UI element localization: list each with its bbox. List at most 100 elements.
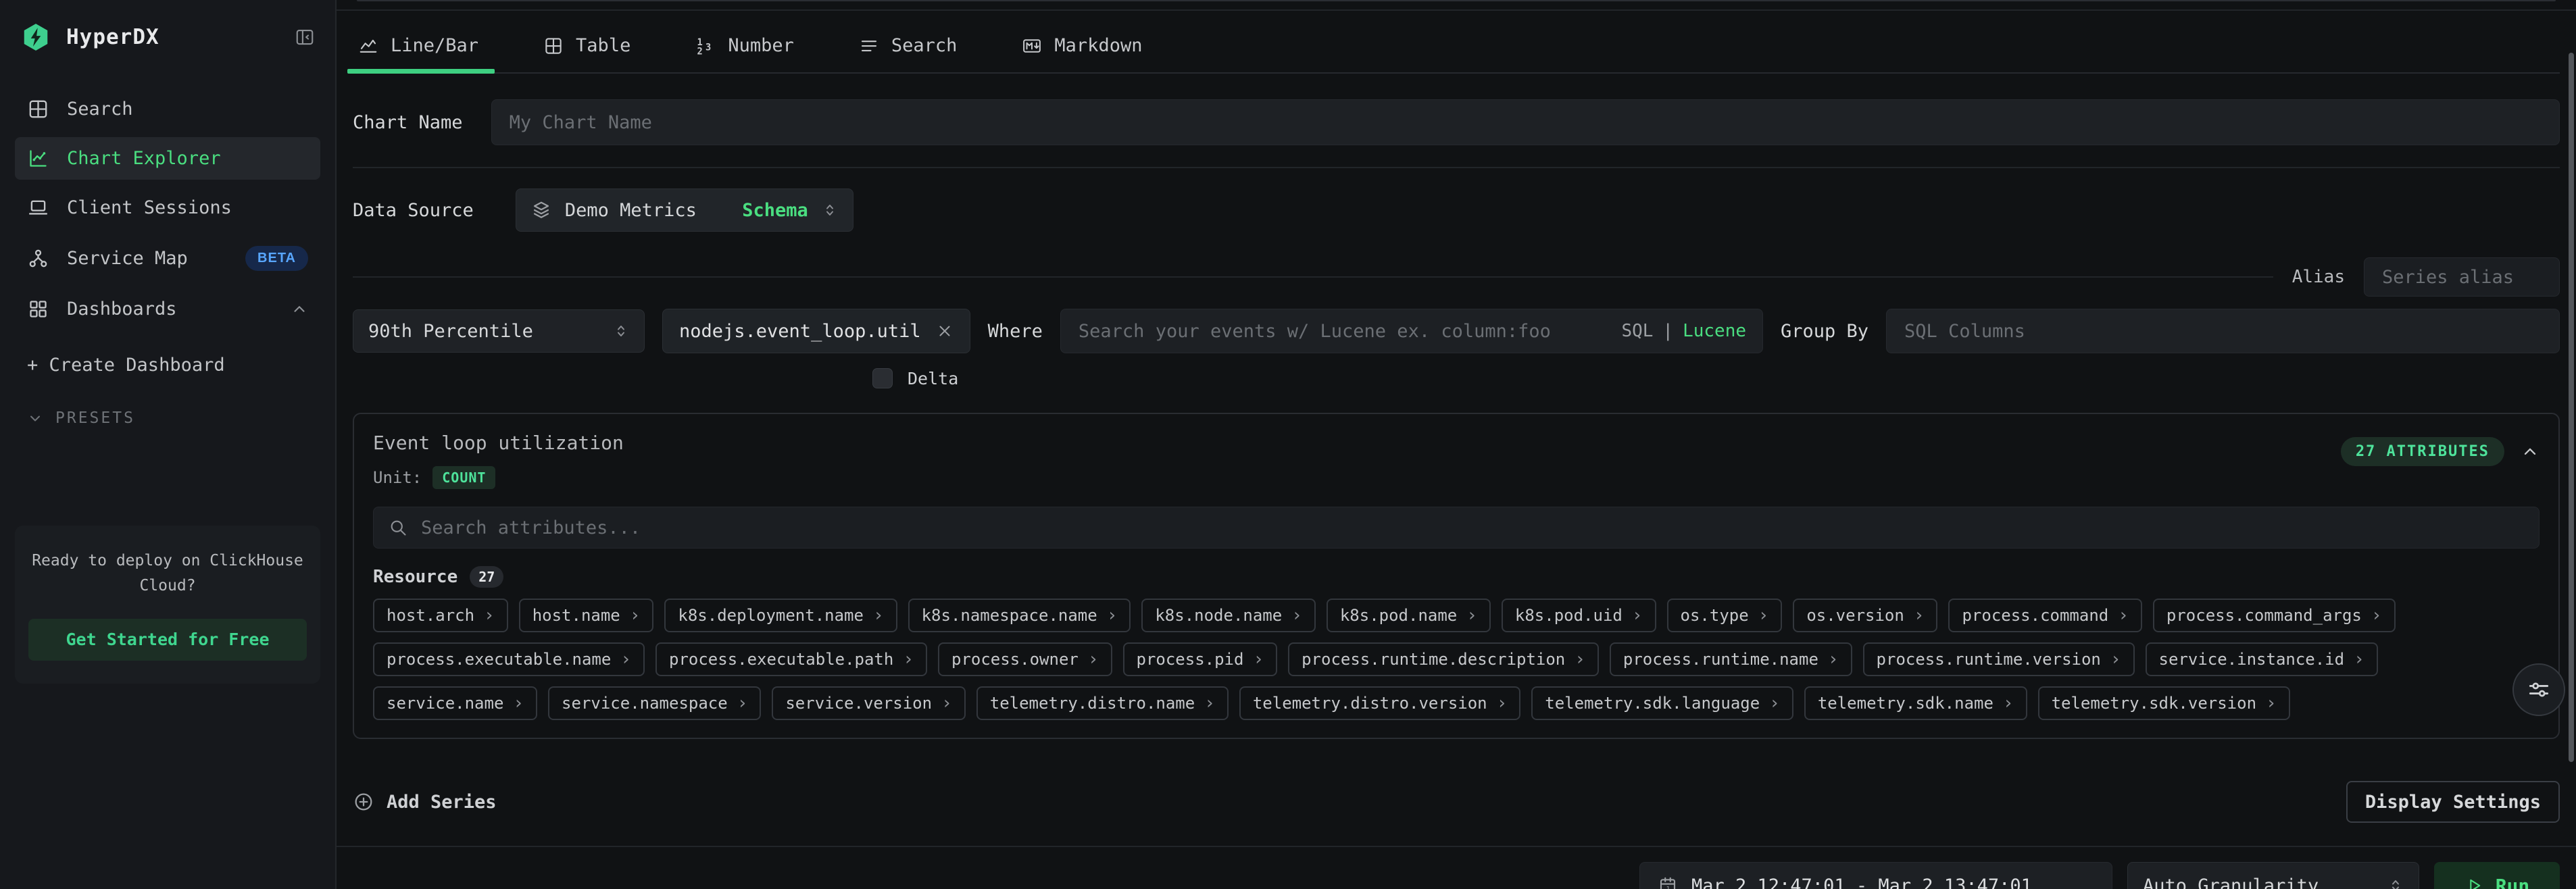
panel-header-right: 27 ATTRIBUTES	[2341, 432, 2540, 466]
attribute-chip-telemetry-distro-name[interactable]: telemetry.distro.name ›	[976, 686, 1229, 720]
add-series-button[interactable]: Add Series	[353, 791, 497, 813]
chevron-right-icon: ›	[1466, 607, 1477, 624]
attribute-chip-service-instance-id[interactable]: service.instance.id ›	[2146, 642, 2378, 676]
chevron-up-down-icon	[822, 202, 838, 218]
chevron-right-icon: ›	[1253, 651, 1264, 668]
query-action-bar: 1 Mar 2 12:47:01 - Mar 2 13:47:01 Auto G…	[337, 846, 2576, 889]
time-range-picker[interactable]: 1 Mar 2 12:47:01 - Mar 2 13:47:01	[1639, 862, 2112, 889]
sidebar-item-service-map[interactable]: Service Map BETA	[15, 236, 320, 281]
delta-label: Delta	[908, 369, 958, 388]
attribute-chip-k8s-namespace-name[interactable]: k8s.namespace.name ›	[908, 599, 1131, 632]
attribute-chip-process-executable-name[interactable]: process.executable.name ›	[373, 642, 645, 676]
attribute-chip-telemetry-sdk-name[interactable]: telemetry.sdk.name ›	[1804, 686, 2027, 720]
chevron-right-icon: ›	[2354, 651, 2364, 668]
hyperdx-logo-icon	[20, 22, 51, 53]
chevron-up-down-icon	[613, 323, 629, 339]
language-separator: |	[1662, 321, 1673, 341]
schema-label: Schema	[742, 200, 808, 221]
metric-chip[interactable]: nodejs.event_loop.util	[662, 309, 970, 353]
run-button[interactable]: Run	[2434, 862, 2560, 889]
attribute-search-box	[373, 507, 2540, 549]
tab-markdown[interactable]: Markdown	[1016, 28, 1158, 72]
attribute-chip-process-runtime-name[interactable]: process.runtime.name ›	[1610, 642, 1852, 676]
metric-name: nodejs.event_loop.util	[679, 321, 921, 342]
granularity-select[interactable]: Auto Granularity	[2127, 862, 2419, 889]
data-source-row: Data Source Demo Metrics Schema	[353, 188, 2560, 232]
chart-settings-floating-button[interactable]	[2512, 663, 2565, 716]
series-alias-input[interactable]	[2364, 257, 2560, 297]
attribute-chip-process-executable-path[interactable]: process.executable.path ›	[655, 642, 927, 676]
sidebar-item-client-sessions[interactable]: Client Sessions	[15, 186, 320, 229]
sidebar-item-chart-explorer[interactable]: Chart Explorer	[15, 137, 320, 180]
tab-markdown-icon	[1022, 36, 1042, 56]
remove-metric-icon[interactable]	[936, 322, 953, 340]
attribute-chip-process-runtime-description[interactable]: process.runtime.description ›	[1288, 642, 1599, 676]
chevron-right-icon: ›	[1497, 694, 1508, 712]
chevron-right-icon: ›	[1758, 607, 1769, 624]
attribute-chip-telemetry-distro-version[interactable]: telemetry.distro.version ›	[1239, 686, 1520, 720]
brand-row: HyperDX	[15, 18, 320, 57]
chevron-right-icon: ›	[1575, 651, 1585, 668]
attribute-chip-service-version[interactable]: service.version ›	[772, 686, 965, 720]
where-search-input[interactable]	[1077, 320, 1610, 342]
attribute-chip-k8s-node-name[interactable]: k8s.node.name ›	[1141, 599, 1316, 632]
chevron-right-icon: ›	[513, 694, 524, 712]
chart-name-input[interactable]	[491, 99, 2560, 145]
attribute-chip-os-version[interactable]: os.version ›	[1793, 599, 1937, 632]
attribute-chip-telemetry-sdk-version[interactable]: telemetry.sdk.version ›	[2038, 686, 2290, 720]
attribute-chip-process-runtime-version[interactable]: process.runtime.version ›	[1863, 642, 2135, 676]
sql-option[interactable]: SQL	[1621, 321, 1653, 341]
chevron-right-icon: ›	[1204, 694, 1215, 712]
attribute-chip-process-pid[interactable]: process.pid ›	[1123, 642, 1278, 676]
dashboard-squares-icon	[27, 298, 49, 320]
chevron-right-icon: ›	[2110, 651, 2121, 668]
app-window: HyperDX Search Chart Explorer Client Ses…	[0, 0, 2576, 889]
aggregation-select[interactable]: 90th Percentile	[353, 309, 645, 353]
sidebar: HyperDX Search Chart Explorer Client Ses…	[0, 0, 337, 889]
chevron-right-icon: ›	[620, 651, 631, 668]
sidebar-collapse-icon[interactable]	[295, 27, 315, 47]
sidebar-item-dashboards[interactable]: Dashboards	[15, 288, 320, 330]
attribute-chip-process-command-args[interactable]: process.command_args ›	[2153, 599, 2396, 632]
tab-number[interactable]: 123 Number	[690, 28, 810, 72]
create-dashboard-button[interactable]: + Create Dashboard	[15, 355, 320, 376]
lucene-option[interactable]: Lucene	[1683, 321, 1746, 341]
attribute-chip-host-arch[interactable]: host.arch ›	[373, 599, 508, 632]
get-started-button[interactable]: Get Started for Free	[28, 619, 307, 661]
chevron-up-icon[interactable]	[2521, 442, 2540, 461]
vertical-scrollbar[interactable]	[2569, 53, 2574, 762]
attribute-chip-service-namespace[interactable]: service.namespace ›	[548, 686, 761, 720]
attribute-chip-process-owner[interactable]: process.owner ›	[938, 642, 1112, 676]
attribute-chip-k8s-pod-name[interactable]: k8s.pod.name ›	[1327, 599, 1491, 632]
data-source-select[interactable]: Demo Metrics Schema	[516, 188, 853, 232]
add-series-label: Add Series	[387, 792, 497, 813]
delta-checkbox[interactable]	[872, 368, 893, 388]
attribute-chip-os-type[interactable]: os.type ›	[1667, 599, 1783, 632]
resource-group-label: Resource	[373, 567, 457, 587]
tab-search[interactable]: Search	[853, 28, 974, 72]
search-icon	[389, 518, 407, 537]
tab-table[interactable]: Table	[538, 28, 647, 72]
delta-row: Delta	[872, 368, 2560, 388]
presets-toggle[interactable]: PRESETS	[15, 409, 320, 427]
query-language-toggle[interactable]: SQL | Lucene	[1621, 321, 1746, 341]
sidebar-item-search[interactable]: Search	[15, 88, 320, 130]
tab-table-icon	[543, 36, 564, 56]
tab-line-bar[interactable]: Line/Bar	[353, 28, 495, 72]
attribute-chip-host-name[interactable]: host.name ›	[519, 599, 654, 632]
chevron-up-icon[interactable]	[291, 301, 308, 318]
attribute-chip-process-command[interactable]: process.command ›	[1948, 599, 2141, 632]
attribute-search-input[interactable]	[420, 517, 2524, 539]
attribute-chip-service-name[interactable]: service.name ›	[373, 686, 537, 720]
attribute-chip-k8s-pod-uid[interactable]: k8s.pod.uid ›	[1502, 599, 1656, 632]
data-source-value: Demo Metrics	[565, 200, 728, 221]
attribute-chip-telemetry-sdk-language[interactable]: telemetry.sdk.language ›	[1531, 686, 1793, 720]
chevron-right-icon: ›	[737, 694, 748, 712]
display-settings-button[interactable]: Display Settings	[2346, 781, 2560, 823]
play-icon	[2464, 876, 2483, 889]
attribute-chip-k8s-deployment-name[interactable]: k8s.deployment.name ›	[664, 599, 897, 632]
chevron-right-icon: ›	[1632, 607, 1643, 624]
section-divider	[337, 9, 2576, 11]
sliders-icon	[2526, 677, 2552, 703]
group-by-input[interactable]	[1886, 309, 2560, 353]
